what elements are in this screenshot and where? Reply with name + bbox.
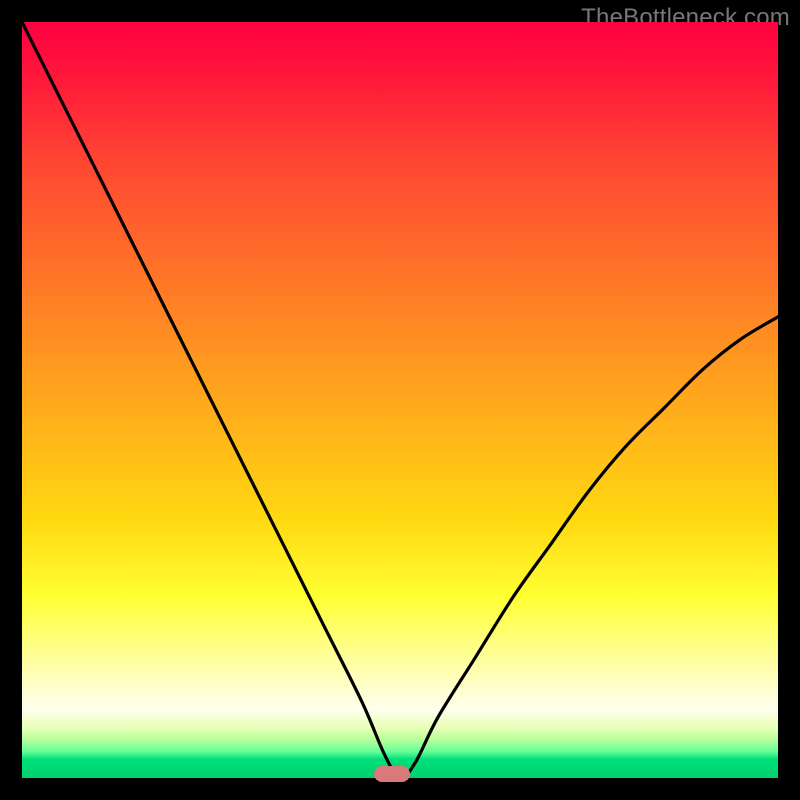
bottleneck-curve xyxy=(22,22,778,778)
optimum-marker xyxy=(374,766,410,782)
chart-frame: TheBottleneck.com xyxy=(0,0,800,800)
plot-area xyxy=(22,22,778,778)
